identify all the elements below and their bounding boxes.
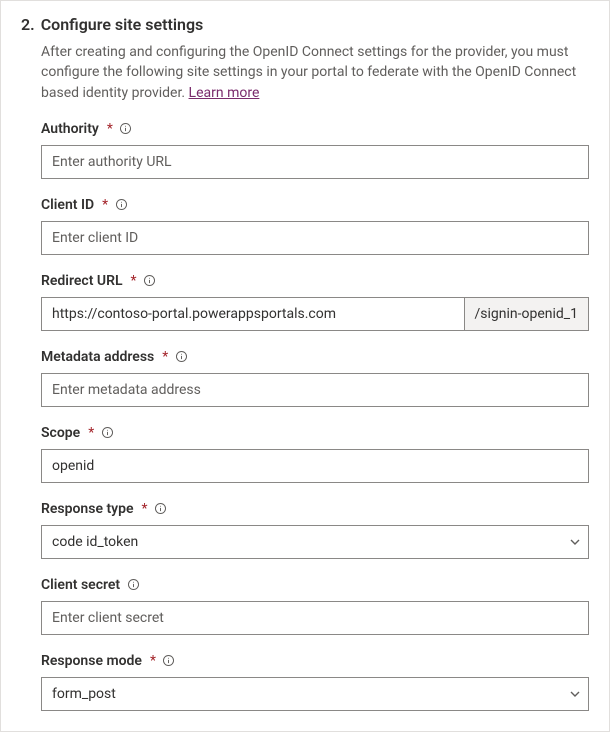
- step-title: Configure site settings: [41, 15, 204, 34]
- response-type-field: Response type * code id_token: [41, 501, 589, 559]
- step-number: 2.: [21, 15, 35, 34]
- step-description: After creating and configuring the OpenI…: [41, 42, 589, 103]
- client-id-input[interactable]: [41, 221, 589, 255]
- metadata-label-row: Metadata address *: [41, 349, 589, 365]
- client-id-field: Client ID *: [41, 197, 589, 255]
- required-marker: *: [107, 121, 113, 137]
- response-mode-label-row: Response mode *: [41, 653, 589, 669]
- configure-site-settings-card: 2. Configure site settings After creatin…: [0, 0, 610, 732]
- required-marker: *: [162, 349, 168, 365]
- info-icon[interactable]: [154, 502, 168, 516]
- response-mode-select-wrap: form_post: [41, 677, 589, 711]
- required-marker: *: [142, 501, 148, 517]
- response-mode-select[interactable]: form_post: [41, 677, 589, 711]
- required-marker: *: [102, 197, 108, 213]
- scope-input[interactable]: [41, 449, 589, 483]
- client-id-label-row: Client ID *: [41, 197, 589, 213]
- response-type-label-row: Response type *: [41, 501, 589, 517]
- client-id-label: Client ID: [41, 197, 94, 213]
- redirect-url-suffix: /signin-openid_1: [465, 297, 590, 331]
- desc-text: After creating and configuring the OpenI…: [41, 44, 576, 101]
- authority-input[interactable]: [41, 145, 589, 179]
- client-secret-input[interactable]: [41, 601, 589, 635]
- info-icon[interactable]: [114, 198, 128, 212]
- required-marker: *: [88, 425, 94, 441]
- client-secret-field: Client secret: [41, 577, 589, 635]
- redirect-url-label: Redirect URL: [41, 273, 123, 289]
- required-marker: *: [131, 273, 137, 289]
- response-type-label: Response type: [41, 501, 134, 517]
- redirect-url-field: Redirect URL * /signin-openid_1: [41, 273, 589, 331]
- metadata-label: Metadata address: [41, 349, 154, 365]
- scope-label: Scope: [41, 425, 80, 441]
- learn-more-link[interactable]: Learn more: [189, 85, 260, 101]
- redirect-url-input-group: /signin-openid_1: [41, 297, 589, 331]
- info-icon[interactable]: [174, 350, 188, 364]
- scope-label-row: Scope *: [41, 425, 589, 441]
- redirect-url-label-row: Redirect URL *: [41, 273, 589, 289]
- metadata-field: Metadata address *: [41, 349, 589, 407]
- info-icon[interactable]: [100, 426, 114, 440]
- required-marker: *: [150, 653, 156, 669]
- authority-field: Authority *: [41, 121, 589, 179]
- redirect-url-input[interactable]: [41, 297, 465, 331]
- info-icon[interactable]: [119, 122, 133, 136]
- response-type-select[interactable]: code id_token: [41, 525, 589, 559]
- response-type-select-wrap: code id_token: [41, 525, 589, 559]
- response-mode-label: Response mode: [41, 653, 142, 669]
- authority-label: Authority: [41, 121, 99, 137]
- info-icon[interactable]: [143, 274, 157, 288]
- info-icon[interactable]: [162, 654, 176, 668]
- client-secret-label-row: Client secret: [41, 577, 589, 593]
- metadata-input[interactable]: [41, 373, 589, 407]
- authority-label-row: Authority *: [41, 121, 589, 137]
- client-secret-label: Client secret: [41, 577, 120, 593]
- response-mode-field: Response mode * form_post: [41, 653, 589, 711]
- scope-field: Scope *: [41, 425, 589, 483]
- step-header: 2. Configure site settings: [21, 15, 589, 34]
- info-icon[interactable]: [126, 578, 140, 592]
